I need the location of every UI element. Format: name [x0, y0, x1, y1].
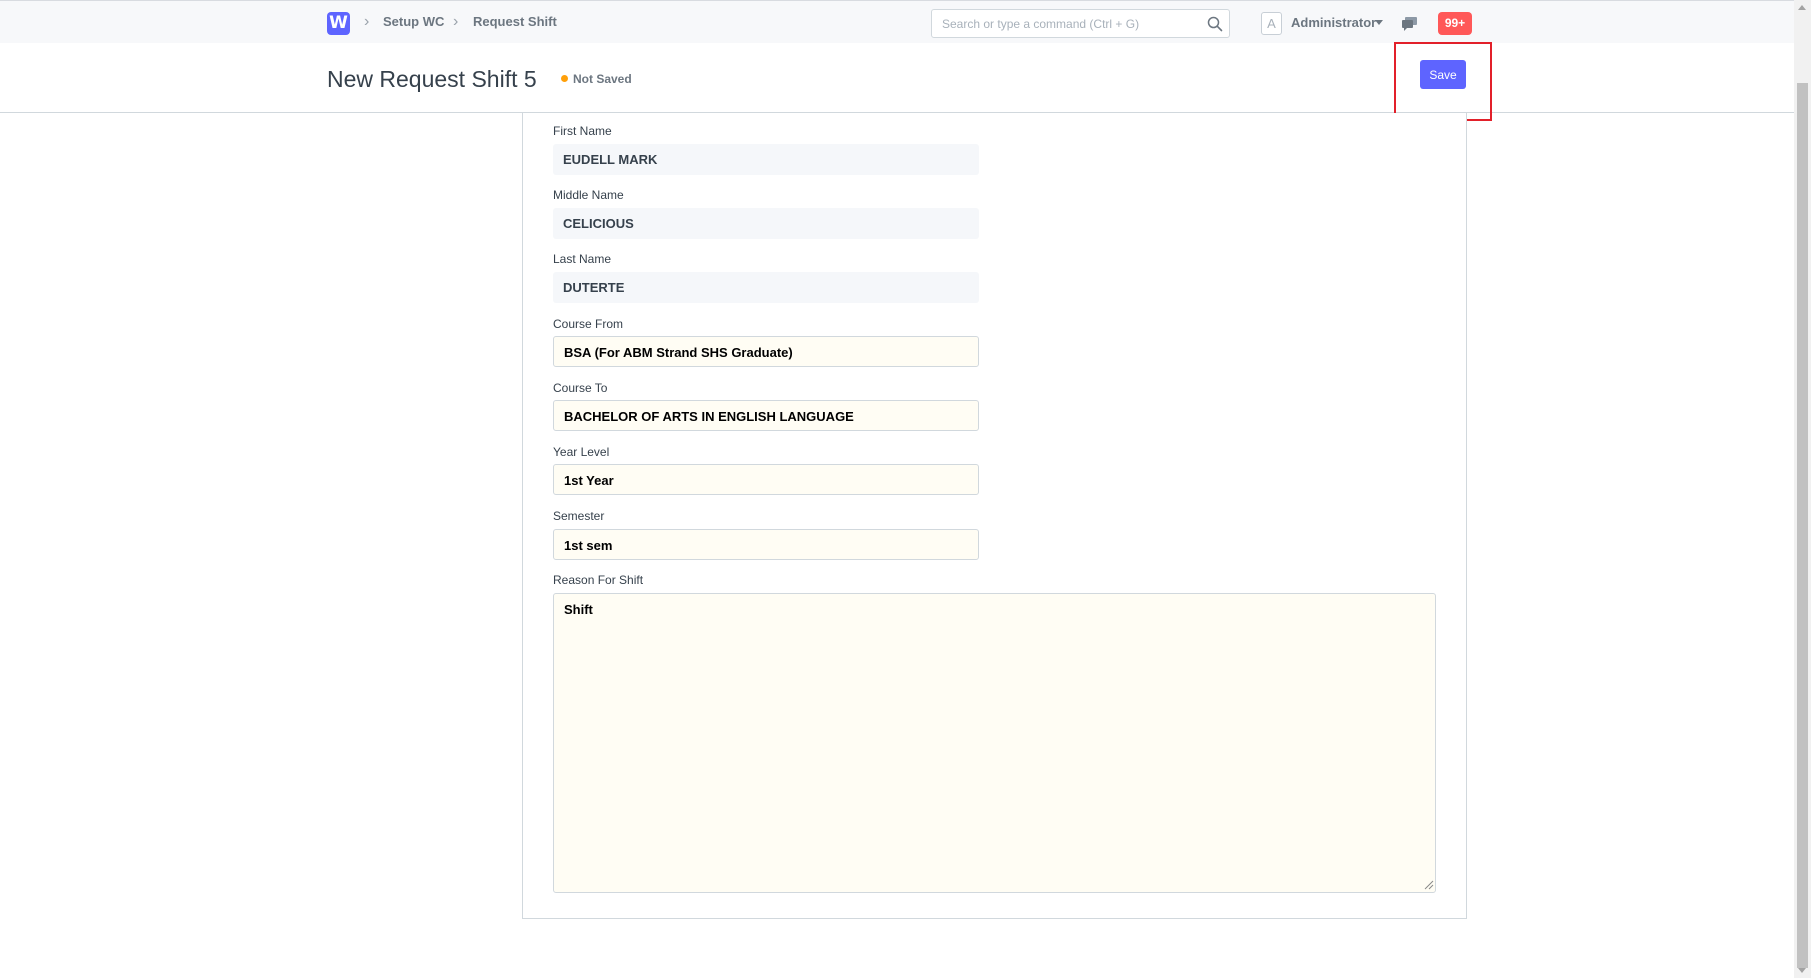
navbar: W › Setup WC › Request Shift A Administr…: [0, 0, 1794, 43]
save-button-highlight: [1394, 42, 1492, 121]
year-level-label: Year Level: [553, 445, 610, 459]
semester-field[interactable]: 1st sem: [553, 529, 979, 560]
course-from-field[interactable]: BSA (For ABM Strand SHS Graduate): [553, 336, 979, 367]
chevron-down-icon[interactable]: [1375, 20, 1383, 25]
scroll-down-icon[interactable]: [1798, 968, 1806, 973]
page-title: New Request Shift 5: [327, 66, 537, 92]
chevron-right-icon: ›: [364, 13, 370, 30]
chat-icon[interactable]: [1401, 14, 1419, 32]
course-to-label: Course To: [553, 381, 608, 395]
last-name-label: Last Name: [553, 252, 612, 266]
course-to-field[interactable]: BACHELOR OF ARTS IN ENGLISH LANGUAGE: [553, 400, 979, 431]
breadcrumb-setup-wc[interactable]: Setup WC: [383, 14, 444, 29]
first-name-label: First Name: [553, 124, 612, 138]
last-name-field: DUTERTE: [553, 272, 979, 303]
user-menu-label[interactable]: Administrator: [1291, 15, 1376, 30]
chevron-right-icon: ›: [453, 13, 459, 30]
avatar[interactable]: A: [1261, 12, 1282, 35]
breadcrumb-request-shift[interactable]: Request Shift: [473, 14, 557, 29]
scrollbar-thumb[interactable]: [1797, 83, 1808, 968]
status-badge: Not Saved: [573, 72, 632, 86]
page-head: [0, 43, 1794, 113]
middle-name-label: Middle Name: [553, 188, 624, 202]
status-indicator-dot: [561, 75, 568, 82]
resize-grip-icon[interactable]: [1424, 880, 1434, 890]
search-icon[interactable]: [1207, 16, 1223, 32]
semester-label: Semester: [553, 509, 605, 523]
first-name-field: EUDELL MARK: [553, 144, 979, 175]
course-from-label: Course From: [553, 317, 624, 331]
reason-for-shift-label: Reason For Shift: [553, 573, 644, 587]
awesomebar-search[interactable]: [931, 9, 1230, 38]
year-level-field[interactable]: 1st Year: [553, 464, 979, 495]
notification-badge[interactable]: 99+: [1438, 12, 1472, 35]
middle-name-field: CELICIOUS: [553, 208, 979, 239]
search-input[interactable]: [942, 15, 1192, 33]
scroll-up-icon[interactable]: [1798, 5, 1806, 10]
app-logo[interactable]: W: [327, 12, 350, 35]
reason-for-shift-textarea[interactable]: Shift: [553, 593, 1436, 893]
